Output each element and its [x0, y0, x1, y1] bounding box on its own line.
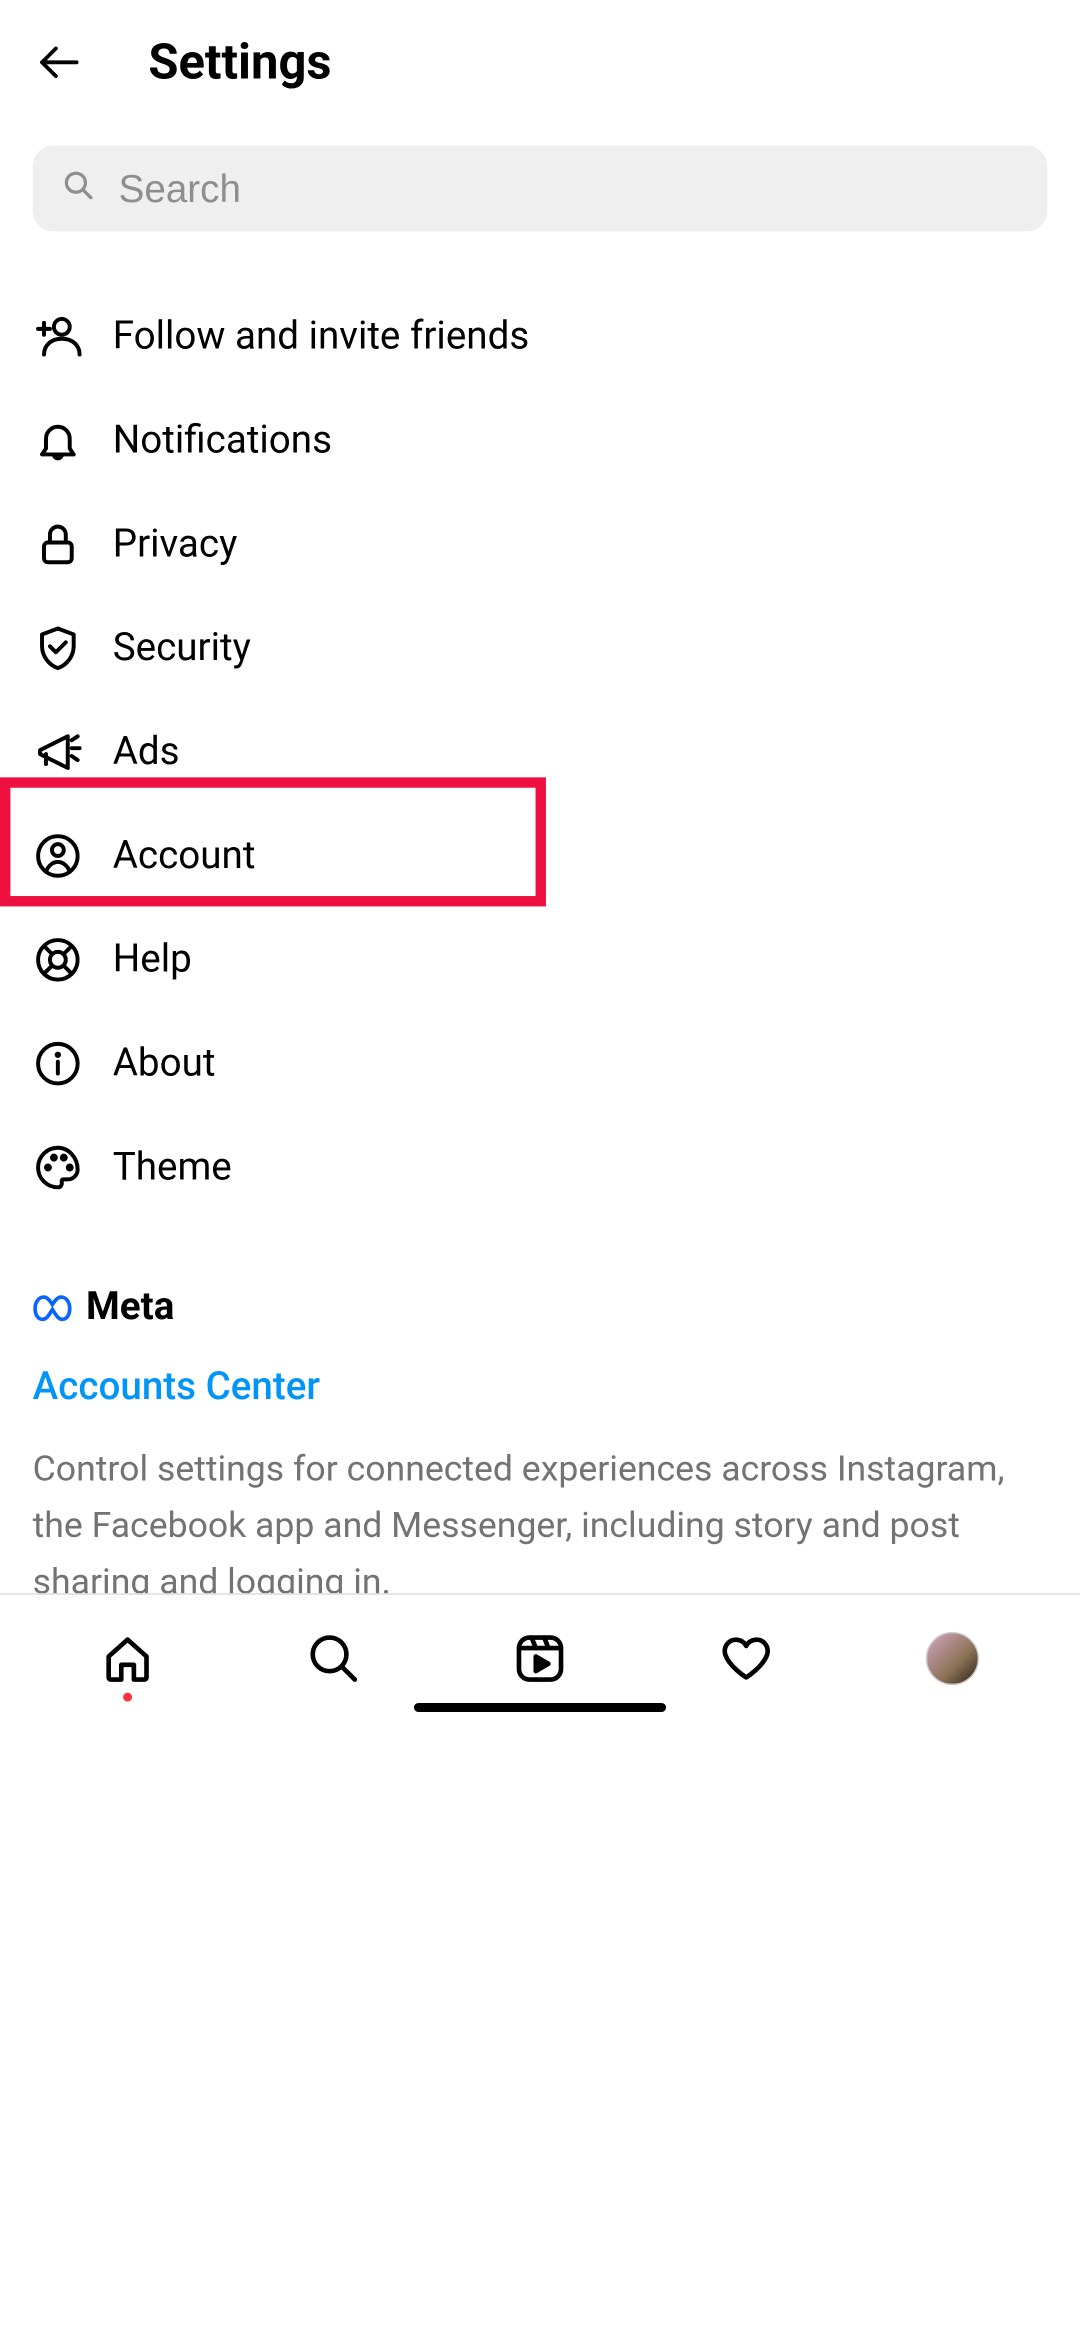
settings-item-label: Ads	[113, 730, 180, 775]
accounts-center-link[interactable]: Accounts Center	[33, 1365, 1048, 1410]
palette-icon	[33, 1142, 83, 1192]
search-icon	[62, 169, 95, 208]
profile-avatar	[926, 1632, 979, 1685]
nav-profile[interactable]	[919, 1625, 987, 1693]
nav-activity[interactable]	[712, 1625, 780, 1693]
settings-item-label: Follow and invite friends	[113, 315, 529, 360]
settings-item-label: Security	[113, 626, 251, 671]
back-button[interactable]	[30, 33, 89, 92]
settings-item-notifications[interactable]: Notifications	[33, 389, 1048, 493]
shield-check-icon	[33, 623, 83, 673]
arrow-left-icon	[36, 42, 83, 84]
person-circle-icon	[33, 831, 83, 881]
meta-logo: Meta	[33, 1285, 1048, 1330]
settings-item-help[interactable]: Help	[33, 908, 1048, 1012]
nav-search[interactable]	[299, 1625, 367, 1693]
nav-reels[interactable]	[506, 1625, 574, 1693]
meta-section: Meta Accounts Center Control settings fo…	[33, 1285, 1048, 1611]
settings-item-account[interactable]: Account	[33, 804, 1048, 908]
settings-list: Follow and invite friends Notifications	[33, 285, 1048, 1220]
lifebuoy-icon	[33, 935, 83, 985]
page-title: Settings	[148, 33, 331, 91]
settings-item-label: Privacy	[113, 522, 238, 567]
settings-item-label: Help	[113, 938, 192, 983]
home-indicator-bar	[414, 1703, 666, 1712]
meta-description: Control settings for connected experienc…	[33, 1442, 1048, 1611]
settings-item-label: Theme	[113, 1145, 232, 1190]
reels-icon	[515, 1634, 565, 1684]
settings-item-about[interactable]: About	[33, 1012, 1048, 1116]
settings-item-privacy[interactable]: Privacy	[33, 493, 1048, 597]
home-icon	[102, 1634, 152, 1684]
settings-item-security[interactable]: Security	[33, 596, 1048, 700]
heart-icon	[721, 1634, 771, 1684]
settings-item-follow-invite[interactable]: Follow and invite friends	[33, 285, 1048, 389]
search-icon	[308, 1634, 358, 1684]
nav-home[interactable]	[93, 1625, 161, 1693]
search-bar[interactable]	[33, 145, 1048, 231]
settings-item-label: Account	[113, 834, 256, 879]
home-notification-dot	[123, 1693, 132, 1702]
settings-item-ads[interactable]: Ads	[33, 700, 1048, 804]
meta-infinity-icon	[33, 1292, 78, 1322]
settings-item-theme[interactable]: Theme	[33, 1116, 1048, 1220]
bell-icon	[33, 415, 83, 465]
settings-item-label: About	[113, 1041, 216, 1086]
megaphone-icon	[33, 727, 83, 777]
meta-brand-text: Meta	[86, 1285, 174, 1330]
add-person-icon	[33, 312, 83, 362]
lock-icon	[33, 519, 83, 569]
info-icon	[33, 1038, 83, 1088]
settings-item-label: Notifications	[113, 418, 332, 463]
search-input[interactable]	[119, 165, 1018, 211]
